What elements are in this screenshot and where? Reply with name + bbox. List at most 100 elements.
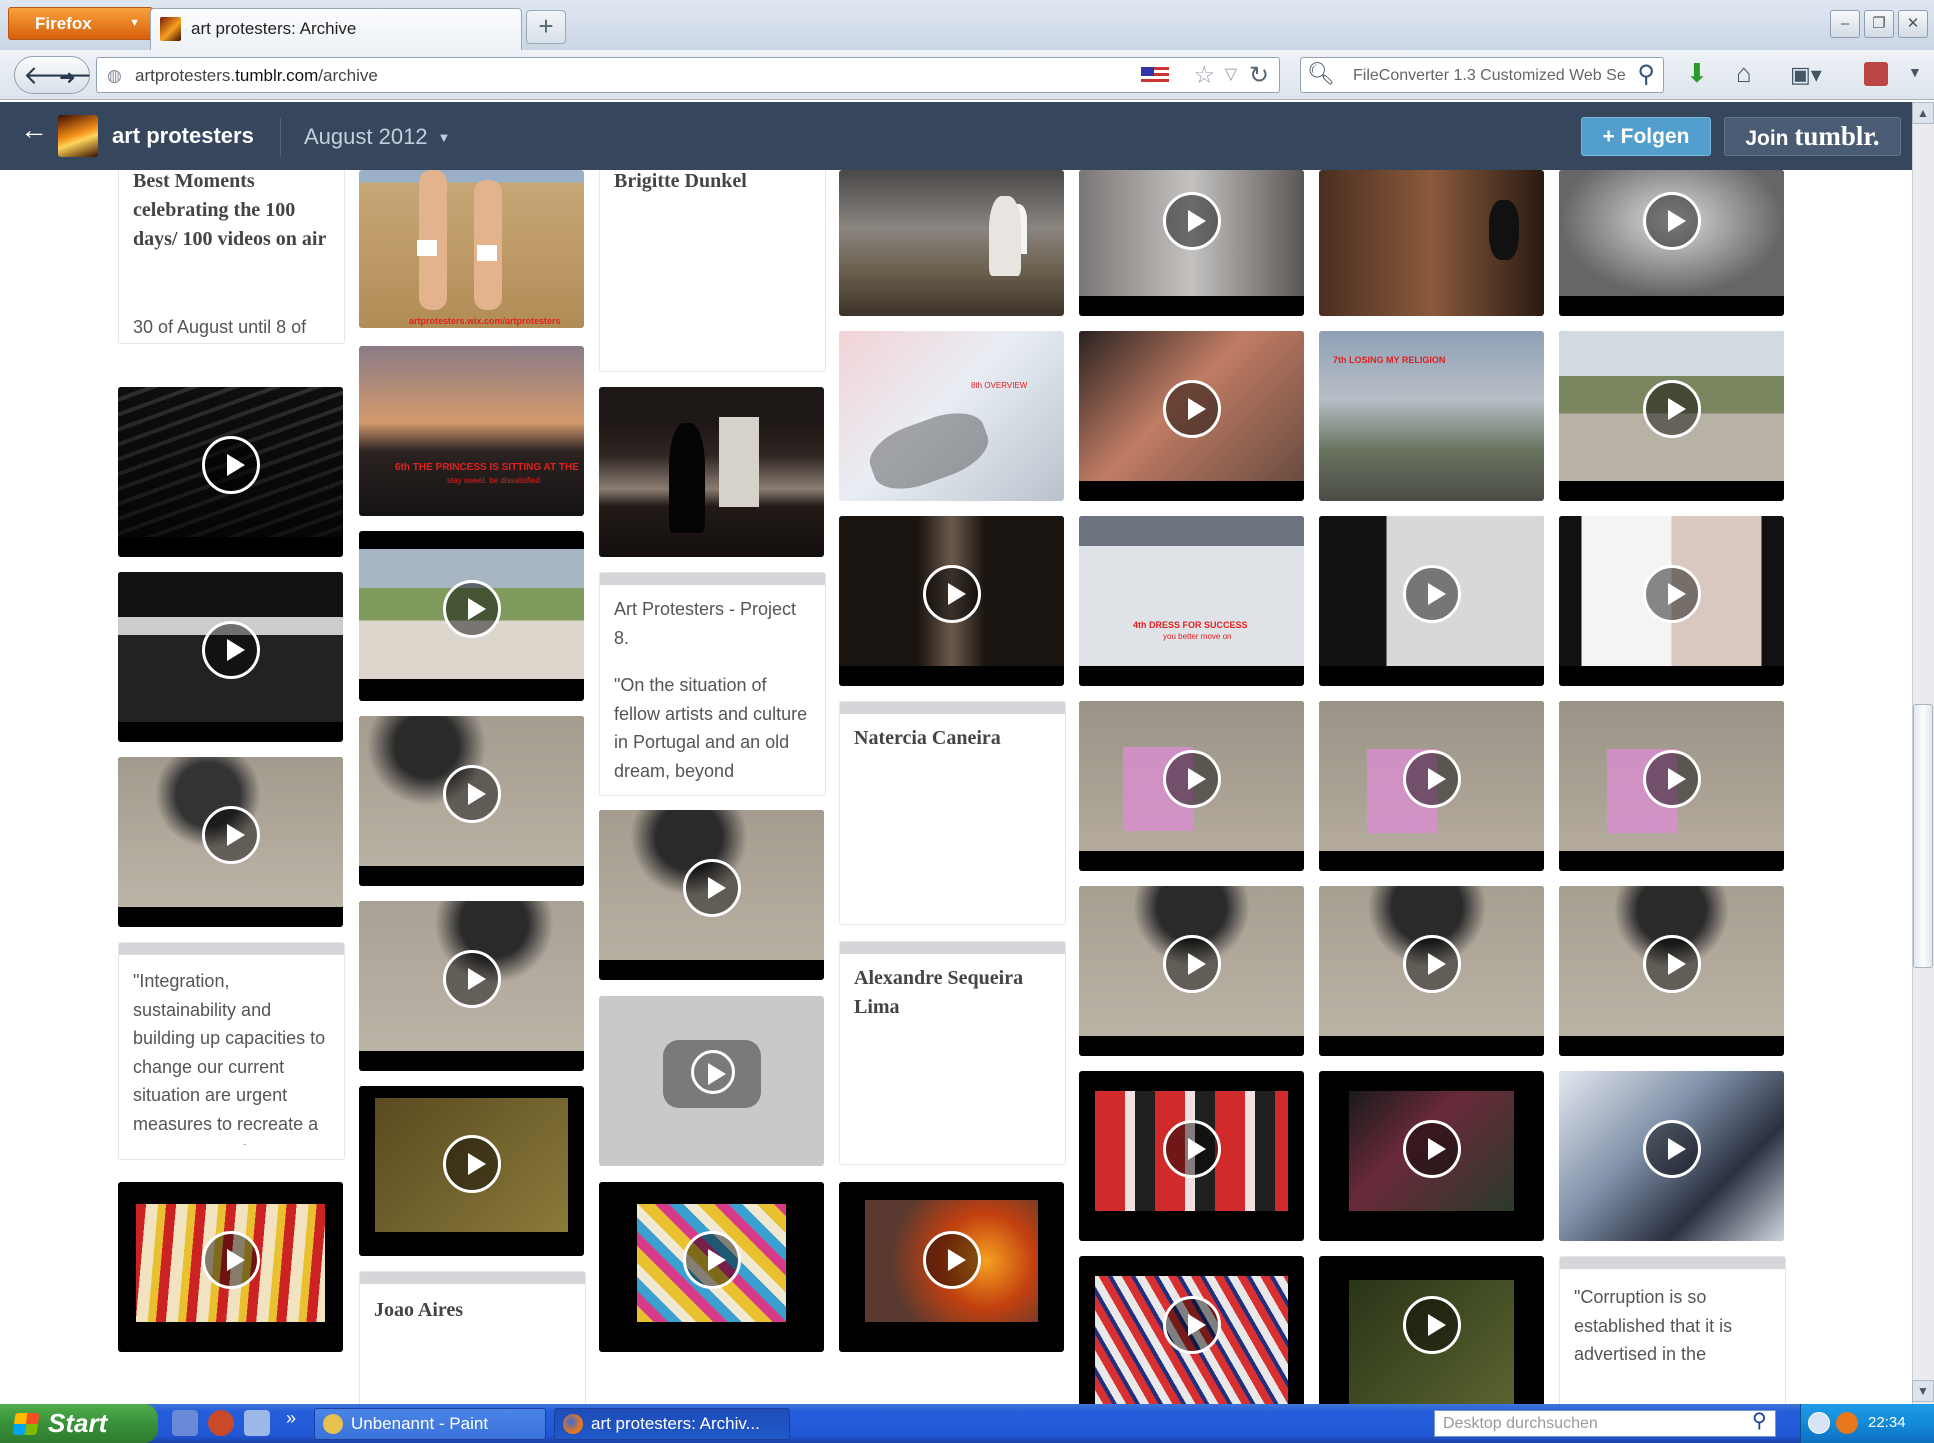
photo-caption: artprotesters.wix.com/artprotesters — [409, 316, 561, 326]
video-post[interactable] — [1079, 1256, 1304, 1404]
text-post-alexandre-sequeira-lima[interactable]: Alexandre Sequeira Lima — [839, 941, 1066, 1165]
firefox-menu-button[interactable]: Firefox ▼ — [8, 7, 153, 40]
text-post-brigitte-dunkel[interactable]: Brigitte Dunkel — [599, 170, 826, 372]
quicklaunch-ie-icon[interactable] — [172, 1410, 198, 1436]
video-post[interactable] — [1559, 331, 1784, 501]
video-post[interactable] — [118, 757, 343, 927]
video-post[interactable] — [599, 387, 824, 557]
tray-app-icon[interactable] — [1836, 1412, 1858, 1434]
home-icon[interactable]: ⌂ — [1736, 58, 1752, 89]
video-post[interactable] — [1319, 701, 1544, 871]
blog-avatar[interactable] — [58, 115, 98, 157]
restore-button[interactable]: ❐ — [1864, 10, 1894, 38]
youtube-video-post[interactable] — [599, 996, 824, 1166]
new-tab-button[interactable]: + — [526, 10, 566, 44]
video-post[interactable] — [599, 810, 824, 980]
addon-icon[interactable] — [1864, 62, 1888, 86]
video-post[interactable] — [1079, 331, 1304, 501]
video-caption: 7th LOSING MY RELIGION — [1333, 355, 1446, 365]
video-post[interactable] — [359, 1086, 584, 1256]
video-post[interactable] — [1319, 1071, 1544, 1241]
post-excerpt: 30 of August until 8 of September 2012 — [133, 317, 307, 337]
video-post[interactable] — [1559, 516, 1784, 686]
video-post[interactable] — [359, 531, 584, 701]
taskbar-button-firefox[interactable]: art protesters: Archiv... — [554, 1408, 790, 1440]
post-header-bar — [1560, 1257, 1785, 1269]
minimize-button[interactable]: – — [1830, 10, 1860, 38]
video-post[interactable] — [599, 1182, 824, 1352]
video-post[interactable] — [1559, 701, 1784, 871]
scroll-down-button[interactable]: ▼ — [1912, 1380, 1934, 1402]
text-post-project-8[interactable]: Art Protesters - Project 8. "On the situ… — [599, 572, 826, 796]
video-post[interactable] — [359, 901, 584, 1071]
video-post[interactable]: 8th OVERVIEW — [839, 331, 1064, 501]
reload-icon[interactable]: ↻ — [1249, 61, 1269, 90]
bookmarks-menu-icon[interactable]: ▣▾ — [1790, 62, 1822, 88]
video-post[interactable] — [839, 516, 1064, 686]
video-post[interactable] — [1319, 1256, 1544, 1404]
video-post[interactable] — [1079, 1071, 1304, 1241]
forward-arrow-icon[interactable]: ➜ — [59, 65, 76, 90]
video-post[interactable] — [118, 387, 343, 557]
overflow-chevron-icon[interactable]: ▼ — [1908, 64, 1922, 80]
taskbar-button-paint[interactable]: Unbenannt - Paint — [314, 1408, 546, 1440]
blog-name[interactable]: art protesters — [112, 123, 254, 149]
history-dropdown-icon[interactable]: ▽ — [1225, 64, 1237, 84]
download-icon[interactable]: ⬇ — [1686, 58, 1708, 89]
url-text: artprotesters.tumblr.com/archive — [135, 66, 378, 85]
follow-button[interactable]: + Folgen — [1581, 117, 1711, 156]
search-box[interactable]: 🔍︎ FileConverter 1.3 Customized Web Se ⚲ — [1300, 57, 1664, 93]
photo-post[interactable]: artprotesters.wix.com/artprotesters — [359, 170, 584, 328]
start-button[interactable]: Start — [0, 1404, 158, 1443]
video-post[interactable] — [1559, 886, 1784, 1056]
video-post[interactable] — [1319, 886, 1544, 1056]
us-flag-icon[interactable] — [1141, 67, 1169, 84]
close-window-button[interactable]: ✕ — [1898, 10, 1928, 38]
scroll-thumb[interactable] — [1913, 704, 1933, 968]
scroll-up-button[interactable]: ▲ — [1912, 102, 1934, 124]
system-clock[interactable]: 22:34 — [1868, 1414, 1906, 1431]
quicklaunch-desktop-icon[interactable] — [244, 1410, 270, 1436]
quicklaunch-overflow[interactable]: » — [286, 1408, 296, 1429]
video-post[interactable] — [1079, 170, 1304, 316]
month-selector[interactable]: August 2012 ▼ — [304, 124, 450, 150]
video-post[interactable] — [1079, 886, 1304, 1056]
text-post-integration[interactable]: "Integration, sustainability and buildin… — [118, 942, 345, 1160]
quicklaunch-firefox-icon[interactable] — [208, 1410, 234, 1436]
video-post[interactable]: 4th DRESS FOR SUCCESS you better move on — [1079, 516, 1304, 686]
search-icon[interactable]: ⚲ — [1752, 1408, 1767, 1433]
desktop-search-input[interactable]: Desktop durchsuchen — [1434, 1410, 1776, 1437]
play-icon — [201, 436, 260, 495]
play-icon — [922, 1231, 981, 1290]
video-post[interactable] — [359, 716, 584, 886]
search-engine-icon[interactable]: 🔍︎ — [1307, 61, 1335, 87]
text-post-joao-aires[interactable]: Joao Aires — [359, 1271, 586, 1404]
browser-tab-active[interactable]: art protesters: Archive — [150, 8, 522, 50]
video-post[interactable]: 6th THE PRINCESS IS SITTING AT THE stay … — [359, 346, 584, 516]
video-post[interactable]: 7th LOSING MY RELIGION — [1319, 331, 1544, 501]
text-post-best-moments[interactable]: Best Moments celebrating the 100 days/ 1… — [118, 170, 345, 344]
text-post-corruption[interactable]: "Corruption is so established that it is… — [1559, 1256, 1786, 1404]
play-icon — [1162, 750, 1221, 809]
video-post[interactable] — [1079, 701, 1304, 871]
back-arrow-icon[interactable]: ← — [20, 114, 48, 146]
post-header-bar — [600, 573, 825, 585]
video-post[interactable] — [118, 1182, 343, 1352]
post-title: Alexandre Sequeira Lima — [854, 967, 1024, 1018]
video-post[interactable] — [839, 170, 1064, 316]
search-icon[interactable]: ⚲ — [1637, 60, 1655, 89]
play-icon — [442, 1135, 501, 1194]
video-post[interactable] — [1319, 170, 1544, 316]
video-post[interactable] — [839, 1182, 1064, 1352]
video-post[interactable] — [118, 572, 343, 742]
tray-chevron-icon[interactable] — [1808, 1412, 1830, 1434]
text-post-natercia-caneira[interactable]: Natercia Caneira — [839, 701, 1066, 925]
play-icon — [1642, 1120, 1701, 1179]
video-post[interactable] — [1559, 1071, 1784, 1241]
address-bar[interactable]: ◍ artprotesters.tumblr.com/archive ☆ ▽ ↻ — [96, 57, 1280, 93]
join-tumblr-button[interactable]: Join tumblr. — [1724, 117, 1901, 156]
video-post[interactable] — [1319, 516, 1544, 686]
video-post[interactable] — [1559, 170, 1784, 316]
bookmark-star-icon[interactable]: ☆ — [1193, 61, 1215, 90]
back-arrow-icon[interactable]: 🡐 — [23, 60, 93, 91]
